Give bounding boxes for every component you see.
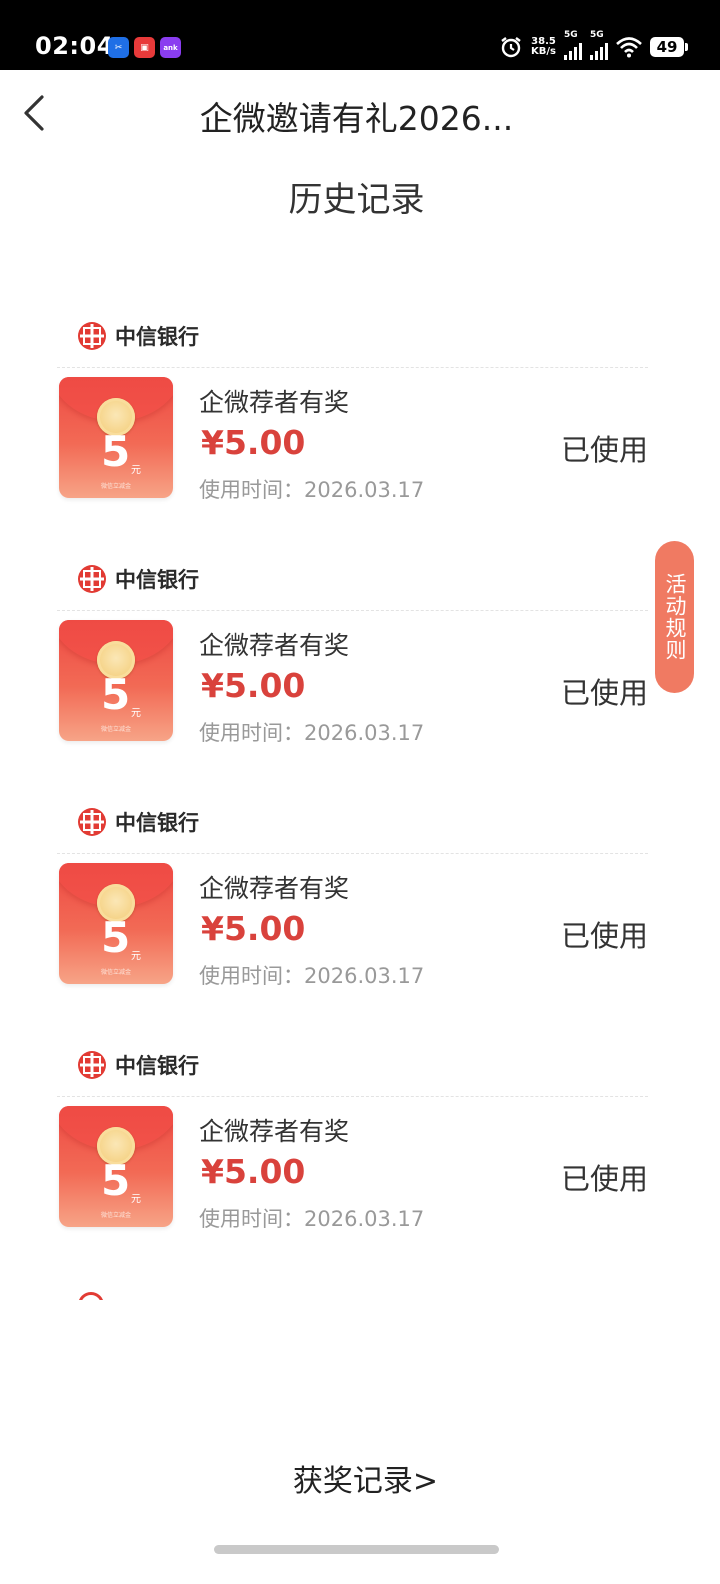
bank-app-icon: ✂ — [108, 37, 129, 58]
bank-header: 中信银行 — [77, 562, 199, 596]
bank-header: 中信银行 — [77, 1048, 199, 1082]
reward-title: 企微荐者有奖 — [199, 631, 350, 660]
red-envelope-image: 5 元 微信立减金 — [59, 1106, 173, 1227]
signal-strength-icon-2: 5G — [590, 30, 608, 60]
battery-icon: 49 — [650, 37, 688, 57]
notification-icons: ✂ ▣ ank — [108, 37, 181, 58]
section-title: 历史记录 — [288, 180, 425, 220]
citic-bank-logo-icon — [78, 1051, 106, 1079]
reward-use-time: 使用时间：2026.03.17 — [199, 478, 425, 502]
envelope-unit: 元 — [131, 708, 141, 719]
status-time: 02:04 — [35, 32, 114, 60]
reward-record[interactable]: 中信银行 5 元 微信立减金 企微荐者有奖 ¥5.00 使用时间：2026.03… — [57, 1048, 648, 1248]
network-type-label: 5G — [564, 30, 578, 40]
envelope-unit: 元 — [131, 951, 141, 962]
page-title: 企微邀请有礼2026... — [199, 99, 514, 138]
network-speed: 38.5 KB/s — [531, 37, 556, 57]
reward-status: 已使用 — [560, 676, 648, 710]
envelope-amount: 5 — [101, 1156, 131, 1205]
reward-use-time: 使用时间：2026.03.17 — [199, 721, 425, 745]
envelope-subtitle: 微信立减金 — [100, 1212, 131, 1219]
reward-use-time: 使用时间：2026.03.17 — [199, 964, 425, 988]
reward-amount: ¥5.00 — [201, 666, 306, 705]
bank-header: 中信银行 — [77, 805, 199, 839]
bank-name: 中信银行 — [115, 568, 199, 592]
reward-record[interactable]: 中信银行 5 元 微信立减金 企微荐者有奖 ¥5.00 使用时间：2026.03… — [57, 562, 648, 762]
reward-title: 企微荐者有奖 — [199, 874, 350, 903]
reward-amount: ¥5.00 — [201, 1152, 306, 1191]
citic-bank-logo-icon-partial — [78, 1292, 104, 1300]
reward-record[interactable]: 中信银行 5 元 微信立减金 企微荐者有奖 ¥5.00 使用时间：2026.03… — [57, 319, 648, 519]
citic-bank-logo-icon — [78, 808, 106, 836]
bank-card-app-icon: ank — [160, 37, 181, 58]
shopping-app-icon: ▣ — [134, 37, 155, 58]
bank-name: 中信银行 — [115, 325, 199, 349]
divider — [57, 367, 648, 368]
network-type-label-2: 5G — [590, 30, 604, 40]
envelope-subtitle: 微信立减金 — [100, 483, 131, 490]
activity-rules-button[interactable]: 活动规则 — [655, 541, 694, 693]
status-indicators: 38.5 KB/s 5G 5G 49 — [499, 30, 688, 60]
envelope-subtitle: 微信立减金 — [100, 726, 131, 733]
reward-status: 已使用 — [560, 433, 648, 467]
red-envelope-image: 5 元 微信立减金 — [59, 620, 173, 741]
envelope-unit: 元 — [131, 1194, 141, 1205]
red-envelope-image: 5 元 微信立减金 — [59, 377, 173, 498]
wifi-icon — [616, 37, 642, 58]
bank-name: 中信银行 — [115, 811, 199, 835]
envelope-amount: 5 — [101, 427, 131, 476]
divider — [57, 610, 648, 611]
award-history-link[interactable]: 获奖记录> — [0, 1456, 720, 1500]
envelope-amount: 5 — [101, 670, 131, 719]
reward-amount: ¥5.00 — [201, 423, 306, 462]
citic-bank-logo-icon — [78, 322, 106, 350]
reward-status: 已使用 — [560, 919, 648, 953]
divider — [57, 853, 648, 854]
signal-strength-icon: 5G — [564, 30, 582, 60]
red-envelope-image: 5 元 微信立减金 — [59, 863, 173, 984]
network-speed-unit: KB/s — [531, 46, 556, 57]
reward-use-time: 使用时间：2026.03.17 — [199, 1207, 425, 1231]
reward-status: 已使用 — [560, 1162, 648, 1196]
status-bar: 02:04 ✂ ▣ ank 38.5 KB/s 5G 5G 49 — [0, 0, 720, 70]
citic-bank-logo-icon — [78, 565, 106, 593]
divider — [57, 1096, 648, 1097]
reward-record[interactable]: 中信银行 5 元 微信立减金 企微荐者有奖 ¥5.00 使用时间：2026.03… — [57, 805, 648, 1005]
envelope-subtitle: 微信立减金 — [100, 969, 131, 976]
envelope-unit: 元 — [131, 465, 141, 476]
reward-title: 企微荐者有奖 — [199, 388, 350, 417]
home-indicator[interactable] — [214, 1545, 499, 1554]
bank-name: 中信银行 — [115, 1054, 199, 1078]
alarm-icon — [501, 37, 521, 58]
envelope-amount: 5 — [101, 913, 131, 962]
reward-title: 企微荐者有奖 — [199, 1117, 350, 1146]
bank-header: 中信银行 — [77, 319, 199, 353]
reward-amount: ¥5.00 — [201, 909, 306, 948]
